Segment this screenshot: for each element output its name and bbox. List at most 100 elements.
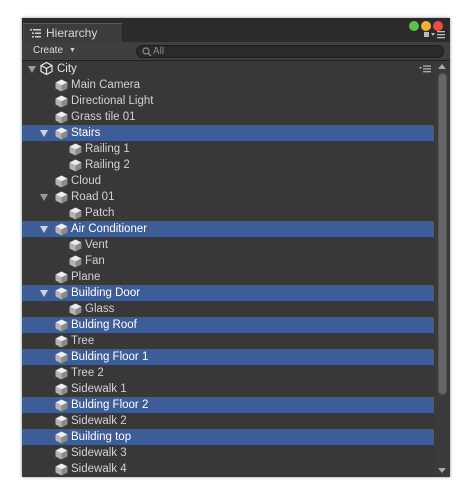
tree-item-label: Tree 2 bbox=[71, 367, 104, 379]
expand-arrow-icon[interactable] bbox=[40, 290, 48, 297]
tree-item-label: Bulding Roof bbox=[71, 319, 137, 331]
scene-name: City bbox=[57, 63, 77, 75]
tree-item-label: Sidewalk 3 bbox=[71, 447, 127, 459]
expand-arrow-icon[interactable] bbox=[40, 226, 48, 233]
tree-item-label: Bulding Floor 1 bbox=[71, 351, 149, 363]
gameobject-cube-icon bbox=[55, 95, 68, 108]
tree-item[interactable]: Grass tile 01 bbox=[22, 109, 434, 125]
tree-item-label: Sidewalk 2 bbox=[71, 415, 127, 427]
tree-item[interactable]: Sidewalk 2 bbox=[22, 413, 434, 429]
gameobject-cube-icon bbox=[55, 127, 68, 140]
gameobject-cube-icon bbox=[55, 431, 68, 444]
gameobject-cube-icon bbox=[55, 447, 68, 460]
gameobject-cube-icon bbox=[69, 255, 82, 268]
gameobject-cube-icon bbox=[55, 319, 68, 332]
tree-item[interactable]: Railing 2 bbox=[22, 157, 434, 173]
create-button[interactable]: Create ▼ bbox=[26, 42, 76, 60]
gameobject-cube-icon bbox=[55, 111, 68, 124]
vertical-scrollbar[interactable] bbox=[435, 61, 450, 477]
gameobject-cube-icon bbox=[55, 223, 68, 236]
maximize-button[interactable] bbox=[409, 21, 419, 31]
tree-item[interactable]: Bulding Floor 1 bbox=[22, 349, 434, 365]
tree-item-label: Bulding Floor 2 bbox=[71, 399, 149, 411]
search-box[interactable] bbox=[136, 45, 444, 58]
tree-item[interactable]: Directional Light bbox=[22, 93, 434, 109]
tree-item[interactable]: Sidewalk 4 bbox=[22, 461, 434, 477]
tree-item-label: Sidewalk 4 bbox=[71, 463, 127, 475]
gameobject-cube-icon bbox=[55, 367, 68, 380]
search-input[interactable] bbox=[153, 45, 433, 58]
toolbar: Create ▼ bbox=[22, 42, 450, 61]
panel-menu-icon[interactable] bbox=[424, 30, 446, 40]
tree-item-label: Road 01 bbox=[71, 191, 115, 203]
gameobject-cube-icon bbox=[55, 383, 68, 396]
scene-row[interactable]: City bbox=[22, 61, 434, 77]
tree-item[interactable]: Building top bbox=[22, 429, 434, 445]
gameobject-cube-icon bbox=[69, 303, 82, 316]
gameobject-cube-icon bbox=[55, 175, 68, 188]
gameobject-cube-icon bbox=[55, 351, 68, 364]
tree-item[interactable]: Sidewalk 1 bbox=[22, 381, 434, 397]
tab-label: Hierarchy bbox=[46, 26, 98, 40]
gameobject-cube-icon bbox=[55, 79, 68, 92]
gameobject-cube-icon bbox=[55, 287, 68, 300]
tree-item-label: Railing 2 bbox=[85, 159, 130, 171]
tree-item-label: Sidewalk 1 bbox=[71, 383, 127, 395]
tree-item-label: Air Conditioner bbox=[71, 223, 148, 235]
tree-item[interactable]: Sidewalk 3 bbox=[22, 445, 434, 461]
expand-arrow-icon[interactable] bbox=[40, 130, 48, 137]
tree-item-label: Vent bbox=[85, 239, 109, 251]
expand-arrow-icon[interactable] bbox=[40, 194, 48, 201]
tree-item-label: Building Door bbox=[71, 287, 141, 299]
tree-item[interactable]: Road 01 bbox=[22, 189, 434, 205]
tree-item-label: Railing 1 bbox=[85, 143, 130, 155]
hierarchy-window: Hierarchy Create ▼ All City Main Camera … bbox=[22, 18, 450, 477]
tree-item-label: Directional Light bbox=[71, 95, 154, 107]
tree-item[interactable]: Railing 1 bbox=[22, 141, 434, 157]
tree-item-label: Cloud bbox=[71, 175, 102, 187]
tree-item[interactable]: Bulding Roof bbox=[22, 317, 434, 333]
tree-item-label: Fan bbox=[85, 255, 105, 267]
tree-item-label: Stairs bbox=[71, 127, 101, 139]
dropdown-arrow-icon: ▼ bbox=[69, 47, 76, 54]
tree-item-label: Building top bbox=[71, 431, 132, 443]
tree-item-label: Plane bbox=[71, 271, 101, 283]
scene-menu-icon[interactable] bbox=[419, 65, 431, 73]
gameobject-cube-icon bbox=[55, 463, 68, 476]
search-icon bbox=[142, 47, 152, 57]
tree-item[interactable]: Glass bbox=[22, 301, 434, 317]
gameobject-cube-icon bbox=[55, 399, 68, 412]
tree-item[interactable]: Plane bbox=[22, 269, 434, 285]
create-label: Create bbox=[33, 45, 64, 56]
gameobject-cube-icon bbox=[55, 335, 68, 348]
tree-item-label: Main Camera bbox=[71, 79, 141, 91]
unity-scene-icon bbox=[40, 62, 53, 75]
tree-item[interactable]: Tree 2 bbox=[22, 365, 434, 381]
tree-item[interactable]: Patch bbox=[22, 205, 434, 221]
expand-arrow-icon[interactable] bbox=[28, 66, 36, 73]
tree-item[interactable]: Bulding Floor 2 bbox=[22, 397, 434, 413]
tree-item-label: Tree bbox=[71, 335, 95, 347]
scroll-up-arrow-icon[interactable] bbox=[438, 64, 446, 69]
gameobject-cube-icon bbox=[55, 415, 68, 428]
tree-item[interactable]: Stairs bbox=[22, 125, 434, 141]
gameobject-cube-icon bbox=[69, 143, 82, 156]
gameobject-cube-icon bbox=[55, 271, 68, 284]
tree-item[interactable]: Cloud bbox=[22, 173, 434, 189]
list-icon bbox=[30, 29, 41, 38]
tree-item[interactable]: Fan bbox=[22, 253, 434, 269]
tree-item[interactable]: Air Conditioner bbox=[22, 221, 434, 237]
tree-item[interactable]: Building Door bbox=[22, 285, 434, 301]
scroll-down-arrow-icon[interactable] bbox=[438, 468, 446, 473]
scrollbar-thumb[interactable] bbox=[438, 73, 447, 395]
gameobject-cube-icon bbox=[69, 159, 82, 172]
gameobject-cube-icon bbox=[69, 207, 82, 220]
tab-bar: Hierarchy bbox=[22, 18, 450, 42]
gameobject-cube-icon bbox=[69, 239, 82, 252]
tree-item-label: Grass tile 01 bbox=[71, 111, 136, 123]
tab-hierarchy[interactable]: Hierarchy bbox=[23, 23, 123, 42]
tree-item[interactable]: Main Camera bbox=[22, 77, 434, 93]
tree-item[interactable]: Vent bbox=[22, 237, 434, 253]
hierarchy-tree: City Main Camera Directional Light Grass t… bbox=[22, 61, 434, 477]
tree-item[interactable]: Tree bbox=[22, 333, 434, 349]
